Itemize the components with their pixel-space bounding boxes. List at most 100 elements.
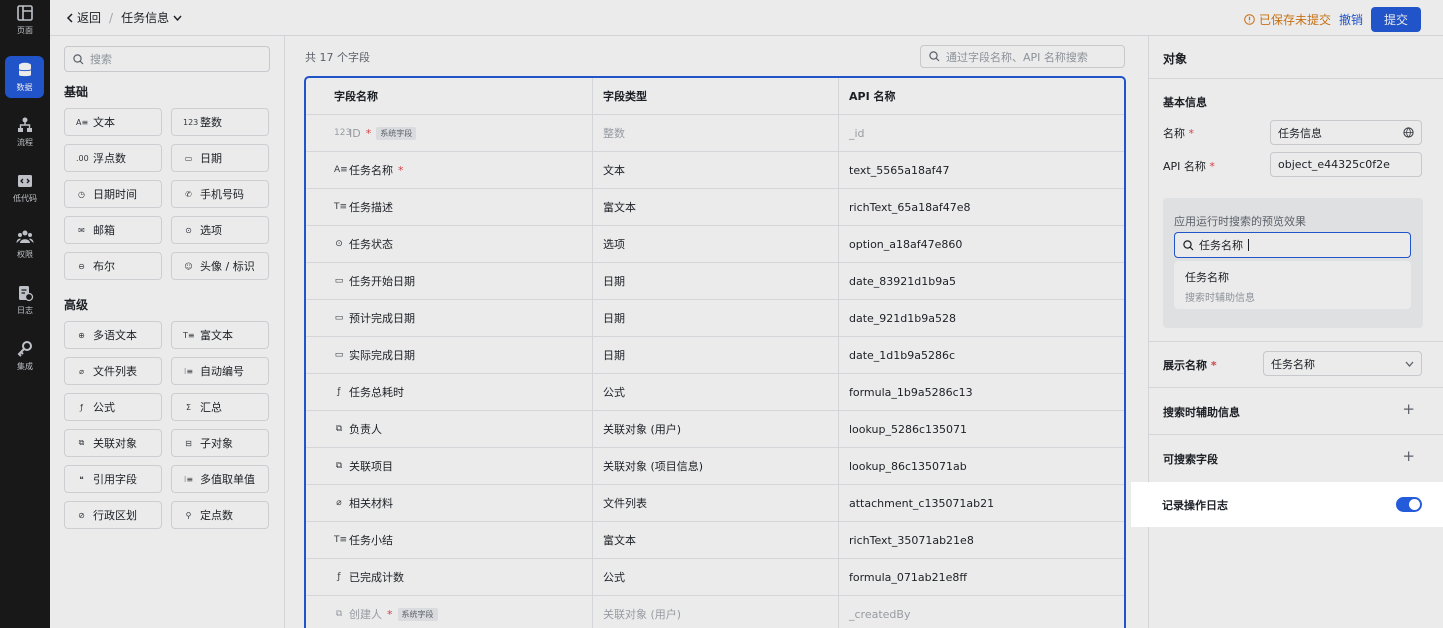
divider (1149, 434, 1443, 435)
add-search-aux-icon[interactable]: + (1402, 400, 1415, 418)
field-name: 实际完成日期 (349, 349, 415, 362)
field-type-icon: ⊙ (185, 225, 192, 235)
header-api-name: API 名称 (849, 90, 896, 103)
unsaved-status: 已保存未提交 (1244, 11, 1331, 28)
table-row[interactable]: A≡ 任务名称 * 文本 text_5565a18af47 (306, 152, 1124, 189)
table-row[interactable]: ⊙ 任务状态 选项 option_a18af47e860 (306, 226, 1124, 263)
operation-log-toggle[interactable] (1396, 497, 1422, 512)
required-mark: * (398, 163, 404, 177)
field-name: 任务描述 (349, 201, 393, 214)
palette-item[interactable]: ✉ 邮箱 (64, 216, 162, 244)
cell-api-name: formula_071ab21e8ff (849, 570, 967, 584)
palette-item-label: 头像 / 标识 (200, 260, 255, 273)
field-type-icon: 123 (183, 117, 199, 127)
palette-item[interactable]: ⊘ 行政区划 (64, 501, 162, 529)
rail-item-2[interactable]: 流程 (0, 116, 50, 148)
field-search-placeholder: 通过字段名称、API 名称搜索 (946, 50, 1088, 64)
palette-item[interactable]: ⌀ 文件列表 (64, 357, 162, 385)
name-input[interactable]: 任务信息 (1270, 120, 1422, 145)
cell-field-type: 关联对象 (项目信息) (593, 448, 839, 484)
field-type-icon: A≡ (76, 117, 89, 127)
palette-item[interactable]: ⊖ 布尔 (64, 252, 162, 280)
field-search-input[interactable]: 通过字段名称、API 名称搜索 (920, 45, 1125, 68)
palette-item[interactable]: T≡ 富文本 (171, 321, 269, 349)
required-mark: * (387, 607, 393, 621)
palette-item[interactable]: ▭ 日期 (171, 144, 269, 172)
rail-item-6[interactable]: 集成 (0, 340, 50, 372)
palette-item[interactable]: ⊕ 多语文本 (64, 321, 162, 349)
palette-item-label: 公式 (93, 401, 115, 414)
palette-item[interactable]: ⧉ 关联对象 (64, 429, 162, 457)
palette-item[interactable]: ⚲ 定点数 (171, 501, 269, 529)
palette-item[interactable]: 123 整数 (171, 108, 269, 136)
palette-item[interactable]: .00 浮点数 (64, 144, 162, 172)
preview-search-input[interactable]: 任务名称 (1174, 232, 1411, 258)
breadcrumb-object[interactable]: 任务信息 (121, 9, 182, 26)
api-name-input[interactable]: object_e44325c0f2e (1270, 152, 1422, 177)
rail-item-3[interactable]: 低代码 (0, 172, 50, 204)
table-row[interactable]: ƒ 已完成计数 公式 formula_071ab21e8ff (306, 559, 1124, 596)
palette-item-label: 自动编号 (200, 365, 244, 378)
cell-field-name: ▭ 任务开始日期 (306, 263, 593, 299)
display-name-select[interactable]: 任务名称 (1263, 351, 1422, 376)
code-icon (16, 172, 34, 193)
field-name: ID (349, 126, 361, 140)
cell-field-type: 整数 (593, 115, 839, 151)
api-label-text: API 名称 (1163, 160, 1206, 173)
palette-item[interactable]: A≡ 文本 (64, 108, 162, 136)
field-type-icon: ƒ (337, 387, 341, 397)
field-name: 任务总耗时 (349, 386, 404, 399)
field-type-icon: ⁝≡ (183, 474, 194, 484)
palette-search-input[interactable]: 搜索 (64, 46, 270, 72)
revoke-button[interactable]: 撤销 (1339, 11, 1363, 28)
palette-item[interactable]: ⁝≡ 多值取单值 (171, 465, 269, 493)
table-row[interactable]: ⧉ 创建人 * 系统字段 关联对象 (用户) _createdBy (306, 596, 1124, 628)
top-bar: 返回 / 任务信息 已保存未提交 撤销 提交 (50, 0, 1443, 36)
rail-item-0[interactable]: 页面 (0, 4, 50, 36)
table-row[interactable]: ▭ 任务开始日期 日期 date_83921d1b9a5 (306, 263, 1124, 300)
field-type-icon: ❝ (79, 474, 84, 484)
table-row[interactable]: T≡ 任务描述 富文本 richText_65a18af47e8 (306, 189, 1124, 226)
name-label: 名称 * (1163, 127, 1194, 140)
field-type-icon: ⁝≡ (183, 366, 194, 376)
palette-item[interactable]: ☺ 头像 / 标识 (171, 252, 269, 280)
table-row[interactable]: ƒ 任务总耗时 公式 formula_1b9a5286c13 (306, 374, 1124, 411)
cell-field-name: ⊙ 任务状态 (306, 226, 593, 262)
search-icon (1183, 239, 1194, 250)
unsaved-text: 已保存未提交 (1258, 13, 1331, 27)
chevron-down-icon (173, 15, 182, 21)
rail-item-4[interactable]: 权限 (0, 228, 50, 260)
searchable-fields-title: 可搜索字段 (1163, 453, 1218, 466)
object-settings-panel: 对象 基本信息 名称 * 任务信息 API 名称 * object_e44325… (1148, 36, 1443, 628)
table-row[interactable]: ▭ 预计完成日期 日期 date_921d1b9a528 (306, 300, 1124, 337)
palette-item[interactable]: ❝ 引用字段 (64, 465, 162, 493)
table-row[interactable]: 123 ID * 系统字段 整数 _id (306, 115, 1124, 152)
palette-item[interactable]: ⊙ 选项 (171, 216, 269, 244)
field-type-icon: ◷ (78, 189, 85, 199)
key-icon (16, 340, 34, 361)
field-name: 创建人 (349, 608, 382, 621)
palette-item[interactable]: Σ 汇总 (171, 393, 269, 421)
palette-item[interactable]: ✆ 手机号码 (171, 180, 269, 208)
table-row[interactable]: T≡ 任务小结 富文本 richText_35071ab21e8 (306, 522, 1124, 559)
add-searchable-field-icon[interactable]: + (1402, 447, 1415, 465)
submit-button[interactable]: 提交 (1370, 7, 1421, 32)
rail-item-5[interactable]: 日志 (0, 284, 50, 316)
field-type-icon: ⚲ (185, 510, 192, 520)
cell-field-type: 公式 (593, 559, 839, 595)
chevron-left-icon (66, 12, 73, 23)
left-rail: 页面数据流程低代码权限日志集成 (0, 0, 50, 628)
table-row[interactable]: ⧉ 关联项目 关联对象 (项目信息) lookup_86c135071ab (306, 448, 1124, 485)
table-row[interactable]: ▭ 实际完成日期 日期 date_1d1b9a5286c (306, 337, 1124, 374)
palette-item[interactable]: ⁝≡ 自动编号 (171, 357, 269, 385)
field-name: 相关材料 (349, 497, 393, 510)
table-row[interactable]: ⌀ 相关材料 文件列表 attachment_c135071ab21 (306, 485, 1124, 522)
rail-item-1[interactable]: 数据 (5, 56, 44, 98)
field-type-icon: ✆ (185, 189, 192, 199)
back-button[interactable]: 返回 (66, 9, 101, 26)
table-row[interactable]: ⧉ 负责人 关联对象 (用户) lookup_5286c135071 (306, 411, 1124, 448)
cell-field-type: 文件列表 (593, 485, 839, 521)
palette-item[interactable]: ⊟ 子对象 (171, 429, 269, 457)
palette-item[interactable]: ƒ 公式 (64, 393, 162, 421)
palette-item[interactable]: ◷ 日期时间 (64, 180, 162, 208)
